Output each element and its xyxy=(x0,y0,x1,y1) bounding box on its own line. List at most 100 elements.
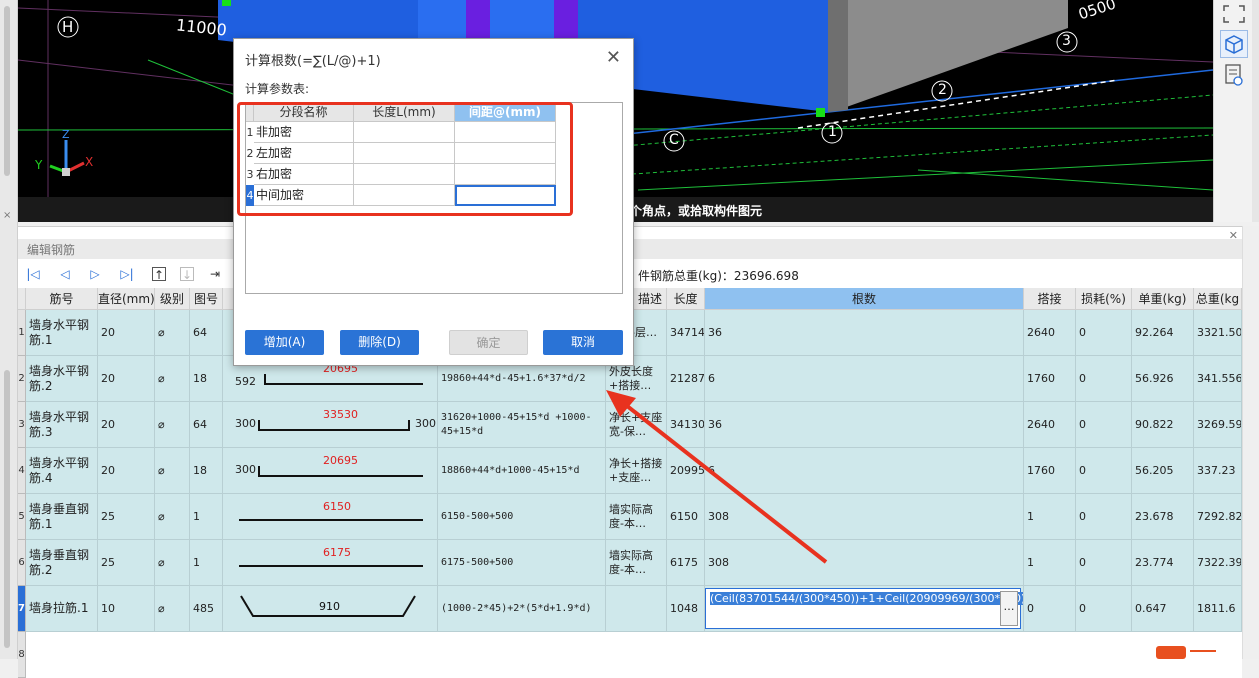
cell-fig[interactable]: 18 xyxy=(190,448,223,494)
add-button[interactable]: 增加(A) xyxy=(245,330,324,355)
cancel-button[interactable]: 取消 xyxy=(543,330,623,355)
row-number[interactable]: 3 xyxy=(18,402,26,448)
cell-dia[interactable]: 25 xyxy=(98,494,155,540)
cell-grade[interactable]: ⌀ xyxy=(155,586,190,632)
cube-icon[interactable] xyxy=(1220,30,1248,58)
cell-formula[interactable]: 6150-500+500 xyxy=(438,494,606,540)
cell-lap[interactable]: 0 xyxy=(1024,586,1076,632)
cell-name[interactable]: 墙身水平钢筋.1 xyxy=(26,310,98,356)
properties-icon[interactable] xyxy=(1220,62,1248,90)
cell-total-weight[interactable]: 3321.504 xyxy=(1194,310,1242,356)
cell-total-weight[interactable]: 7292.824 xyxy=(1194,494,1242,540)
panel-vertical-scrollbar[interactable] xyxy=(1242,226,1259,659)
row-number[interactable]: 6 xyxy=(18,540,26,586)
dialog-close-icon[interactable]: ✕ xyxy=(606,47,621,68)
cell-fig[interactable]: 1 xyxy=(190,540,223,586)
cell-grade[interactable]: ⌀ xyxy=(155,494,190,540)
cell-desc[interactable] xyxy=(606,586,667,632)
cell-unit-weight[interactable]: 23.678 xyxy=(1132,494,1194,540)
cell-length[interactable]: 20995 xyxy=(667,448,705,494)
cell-count[interactable]: 36 xyxy=(705,310,1024,356)
count-formula-editor[interactable]: (Ceil(83701544/(300*450))+1+Ceil(2090996… xyxy=(705,588,1023,629)
cell-unit-weight[interactable]: 56.926 xyxy=(1132,356,1194,402)
cell-formula[interactable]: 6175-500+500 xyxy=(438,540,606,586)
cell-length[interactable]: 34714 xyxy=(667,310,705,356)
cell-shape[interactable]: 910 xyxy=(223,586,438,632)
cell-lap[interactable]: 1760 xyxy=(1024,356,1076,402)
cell-length[interactable]: 1048 xyxy=(667,586,705,632)
cell-desc[interactable]: 净长+搭接+支座… xyxy=(606,448,667,494)
cell-count[interactable]: 6 xyxy=(705,448,1024,494)
row-number[interactable]: 4 xyxy=(18,448,26,494)
header-unit-weight[interactable]: 单重(kg) xyxy=(1132,288,1194,310)
cell-shape[interactable]: 6150 xyxy=(223,494,438,540)
row-number[interactable]: 1 xyxy=(18,310,26,356)
cell-lap[interactable]: 1 xyxy=(1024,494,1076,540)
header-diameter[interactable]: 直径(mm) xyxy=(98,288,155,310)
cell-grade[interactable]: ⌀ xyxy=(155,540,190,586)
cell-loss[interactable]: 0 xyxy=(1076,448,1132,494)
header-loss[interactable]: 损耗(%) xyxy=(1076,288,1132,310)
cell-lap[interactable]: 2640 xyxy=(1024,310,1076,356)
cell-length[interactable]: 6150 xyxy=(667,494,705,540)
cell-unit-weight[interactable]: 92.264 xyxy=(1132,310,1194,356)
cell-fig[interactable]: 1 xyxy=(190,494,223,540)
insert-row-icon[interactable]: ↑ xyxy=(152,267,166,282)
cell-total-weight[interactable]: 7322.392 xyxy=(1194,540,1242,586)
cell-dia[interactable]: 25 xyxy=(98,540,155,586)
last-record-icon[interactable]: ▷| xyxy=(120,267,134,281)
cell-grade[interactable]: ⌀ xyxy=(155,356,190,402)
header-length[interactable]: 长度 xyxy=(667,288,705,310)
cell-dia[interactable]: 20 xyxy=(98,356,155,402)
cell-loss[interactable]: 0 xyxy=(1076,310,1132,356)
move-down-icon[interactable]: ↓ xyxy=(180,267,194,282)
cell-unit-weight[interactable]: 23.774 xyxy=(1132,540,1194,586)
prev-record-icon[interactable]: ◁ xyxy=(58,267,72,281)
cell-unit-weight[interactable]: 90.822 xyxy=(1132,402,1194,448)
cell-length[interactable]: 34130 xyxy=(667,402,705,448)
table-row[interactable]: 4 墙身水平钢筋.4 20 ⌀ 18 300 20695 18860+44*d+1000-45… xyxy=(18,448,1242,494)
right-toolbar-scrollbar[interactable] xyxy=(1252,0,1259,222)
cell-name[interactable]: 墙身垂直钢筋.1 xyxy=(26,494,98,540)
cell-loss[interactable]: 0 xyxy=(1076,586,1132,632)
cell-length[interactable]: 21287 xyxy=(667,356,705,402)
table-row[interactable]: 5 墙身垂直钢筋.1 25 ⌀ 1 6150 6150-500+500 墙实际高度-本… 615… xyxy=(18,494,1242,540)
cell-grade[interactable]: ⌀ xyxy=(155,448,190,494)
left-close-icon[interactable]: × xyxy=(3,210,11,221)
cell-dia[interactable]: 20 xyxy=(98,402,155,448)
cell-desc[interactable]: 净长+支座宽-保… xyxy=(606,402,667,448)
cell-fig[interactable]: 64 xyxy=(190,310,223,356)
cell-formula[interactable]: 18860+44*d+1000-45+15*d xyxy=(438,448,606,494)
cell-desc[interactable]: 墙实际高度-本… xyxy=(606,540,667,586)
left-scrollbar-bottom[interactable] xyxy=(4,370,10,648)
header-figure-no[interactable]: 图号 xyxy=(190,288,223,310)
table-row[interactable]: 3 墙身水平钢筋.3 20 ⌀ 64 300 33530 300 31620+1000-45+1… xyxy=(18,402,1242,448)
cell-count[interactable]: (Ceil(83701544/(300*450))+1+Ceil(2090996… xyxy=(705,586,1024,632)
cell-dia[interactable]: 20 xyxy=(98,448,155,494)
cell-loss[interactable]: 0 xyxy=(1076,356,1132,402)
row-number[interactable]: 2 xyxy=(18,356,26,402)
cell-count[interactable]: 6 xyxy=(705,356,1024,402)
header-lap[interactable]: 搭接 xyxy=(1024,288,1076,310)
cell-fig[interactable]: 18 xyxy=(190,356,223,402)
row-number[interactable]: 7 xyxy=(18,586,26,632)
cell-grade[interactable]: ⌀ xyxy=(155,402,190,448)
cell-unit-weight[interactable]: 0.647 xyxy=(1132,586,1194,632)
cell-name[interactable]: 墙身水平钢筋.2 xyxy=(26,356,98,402)
count-formula-text[interactable]: (Ceil(83701544/(300*450))+1+Ceil(2090996… xyxy=(710,592,1023,605)
next-record-icon[interactable]: ▷ xyxy=(88,267,102,281)
cell-loss[interactable]: 0 xyxy=(1076,540,1132,586)
cell-name[interactable]: 墙身垂直钢筋.2 xyxy=(26,540,98,586)
first-record-icon[interactable]: |◁ xyxy=(26,267,40,281)
header-bar-no[interactable]: 筋号 xyxy=(26,288,98,310)
left-scrollbar-top[interactable] xyxy=(4,6,10,176)
cell-lap[interactable]: 1760 xyxy=(1024,448,1076,494)
cell-lap[interactable]: 1 xyxy=(1024,540,1076,586)
cell-total-weight[interactable]: 3269.592 xyxy=(1194,402,1242,448)
cell-name[interactable]: 墙身水平钢筋.4 xyxy=(26,448,98,494)
cell-total-weight[interactable]: 337.23 xyxy=(1194,448,1242,494)
cell-lap[interactable]: 2640 xyxy=(1024,402,1076,448)
cell-name[interactable]: 墙身水平钢筋.3 xyxy=(26,402,98,448)
cell-count[interactable]: 36 xyxy=(705,402,1024,448)
cell-shape[interactable]: 300 33530 300 xyxy=(223,402,438,448)
